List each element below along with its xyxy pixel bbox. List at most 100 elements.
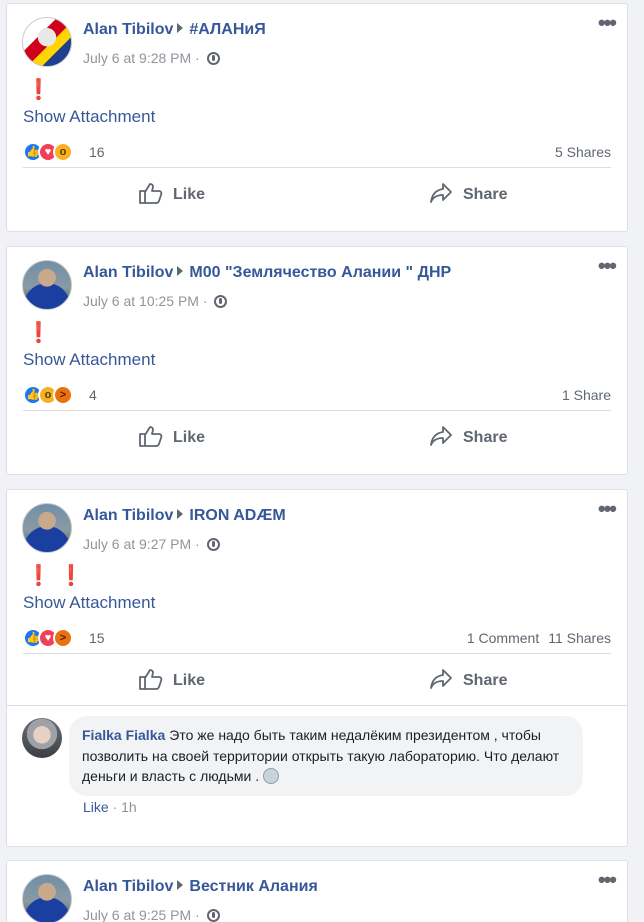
avatar[interactable] (22, 260, 72, 310)
like-label: Like (173, 672, 206, 689)
post-card: Alan Tibilov #АЛАНиЯ July 6 at 9:28 PM · … (6, 3, 628, 232)
engagement-stats: 1 Share (553, 387, 611, 403)
post-header: Alan Tibilov #АЛАНиЯ July 6 at 9:28 PM · … (7, 4, 627, 68)
share-button[interactable]: Share (429, 425, 507, 447)
author-name[interactable]: Alan Tibilov (83, 878, 173, 895)
avatar[interactable] (22, 503, 72, 553)
exclamation-emoji-row: ❗ (23, 320, 611, 346)
group-name[interactable]: M00 "Землячество Алании " ДНР (189, 264, 451, 281)
group-name[interactable]: #АЛАНиЯ (189, 21, 265, 38)
timestamp[interactable]: July 6 at 10:25 PM (83, 293, 199, 309)
reaction-count[interactable]: 4 (89, 387, 97, 403)
comment-bubble: Fialka Fialka Это же надо быть таким неда… (69, 716, 583, 796)
arrow-right-icon (177, 23, 184, 33)
globe-icon (206, 52, 220, 65)
author-name[interactable]: Alan Tibilov (83, 264, 173, 281)
share-label: Share (463, 429, 508, 446)
thumbs-up-icon (139, 426, 163, 447)
shares-count[interactable]: 1 Share (562, 387, 611, 403)
share-button[interactable]: Share (429, 668, 507, 690)
post-body: ❗ Show Attachment (7, 77, 627, 130)
reactions-row: 👍 ♥ o 16 5 Shares (23, 130, 611, 168)
angry-icon: > (53, 628, 73, 648)
comment-section: Fialka Fialka Это же надо быть таким неда… (7, 705, 627, 834)
arrow-right-icon (177, 880, 184, 890)
share-label: Share (463, 186, 508, 203)
show-attachment-link[interactable]: Show Attachment (23, 103, 611, 130)
reactions-row: 👍 ♥ > 15 1 Comment 11 Shares (23, 616, 611, 654)
thumbs-up-icon (139, 669, 163, 690)
engagement-stats: 1 Comment 11 Shares (458, 630, 611, 646)
more-options-icon[interactable]: ••• (598, 869, 617, 891)
globe-icon (214, 295, 228, 308)
comment-like-link[interactable]: Like (83, 799, 109, 815)
post-header: Alan Tibilov Вестник Алания July 6 at 9:2… (7, 861, 627, 922)
author-line: Alan Tibilov M00 "Землячество Алании " ДН… (83, 264, 451, 282)
comment-avatar[interactable] (22, 718, 62, 758)
avatar[interactable] (22, 874, 72, 922)
timestamp[interactable]: July 6 at 9:27 PM (83, 536, 191, 552)
timestamp[interactable]: July 6 at 9:25 PM (83, 907, 191, 922)
post-body: ❗ ❗ Show Attachment (7, 563, 627, 616)
timestamp[interactable]: July 6 at 9:28 PM (83, 50, 191, 66)
like-label: Like (173, 186, 206, 203)
angry-icon: > (53, 385, 73, 405)
show-attachment-link[interactable]: Show Attachment (23, 589, 611, 616)
share-arrow-icon (430, 426, 452, 446)
wow-icon: o (53, 142, 73, 162)
more-options-icon[interactable]: ••• (598, 498, 617, 520)
screaming-face-icon (263, 768, 280, 784)
post-meta: July 6 at 9:27 PM · (83, 536, 220, 552)
exclamation-icon: ❗ (26, 79, 51, 101)
post-card: Alan Tibilov Вестник Алания July 6 at 9:2… (6, 860, 628, 922)
exclamation-icon: ❗ (26, 322, 51, 344)
like-button[interactable]: Like (139, 668, 205, 690)
post-meta: July 6 at 9:28 PM · (83, 50, 220, 66)
reaction-icons[interactable]: 👍 o > (23, 385, 73, 405)
author-name[interactable]: Alan Tibilov (83, 21, 173, 38)
reaction-icons[interactable]: 👍 ♥ > (23, 628, 73, 648)
comment-author[interactable]: Fialka Fialka (82, 727, 165, 743)
action-row: Like Share (23, 654, 611, 705)
globe-icon (206, 538, 220, 551)
author-line: Alan Tibilov IRON ADÆM (83, 507, 286, 525)
post-body: ❗ Show Attachment (7, 320, 627, 373)
post-meta: July 6 at 9:25 PM · (83, 907, 220, 922)
share-button[interactable]: Share (429, 182, 507, 204)
group-name[interactable]: IRON ADÆM (189, 507, 285, 524)
reaction-count[interactable]: 15 (89, 630, 105, 646)
reaction-icons[interactable]: 👍 ♥ o (23, 142, 73, 162)
author-line: Alan Tibilov Вестник Алания (83, 878, 318, 896)
like-label: Like (173, 429, 206, 446)
exclamation-icon: ❗ (58, 565, 84, 587)
avatar[interactable] (22, 17, 72, 67)
like-button[interactable]: Like (139, 425, 205, 447)
post-meta: July 6 at 10:25 PM · (83, 293, 228, 309)
reaction-count[interactable]: 16 (89, 144, 105, 160)
author-name[interactable]: Alan Tibilov (83, 507, 173, 524)
globe-icon (206, 909, 220, 922)
author-line: Alan Tibilov #АЛАНиЯ (83, 21, 266, 39)
shares-count[interactable]: 5 Shares (555, 144, 611, 160)
exclamation-emoji-row: ❗ ❗ (23, 563, 611, 589)
share-arrow-icon (430, 183, 452, 203)
thumbs-up-icon (139, 183, 163, 204)
comment-meta: Like · 1h (83, 799, 137, 815)
exclamation-emoji-row: ❗ (23, 77, 611, 103)
group-name[interactable]: Вестник Алания (189, 878, 317, 895)
post-header: Alan Tibilov M00 "Землячество Алании " ДН… (7, 247, 627, 311)
comment-time[interactable]: 1h (121, 799, 137, 815)
comments-count[interactable]: 1 Comment (467, 630, 539, 646)
show-attachment-link[interactable]: Show Attachment (23, 346, 611, 373)
like-button[interactable]: Like (139, 182, 205, 204)
more-options-icon[interactable]: ••• (598, 255, 617, 277)
arrow-right-icon (177, 509, 184, 519)
post-header: Alan Tibilov IRON ADÆM July 6 at 9:27 PM … (7, 490, 627, 554)
share-label: Share (463, 672, 508, 689)
shares-count[interactable]: 11 Shares (548, 630, 611, 646)
post-card: Alan Tibilov IRON ADÆM July 6 at 9:27 PM … (6, 489, 628, 847)
reactions-row: 👍 o > 4 1 Share (23, 373, 611, 411)
post-card: Alan Tibilov M00 "Землячество Алании " ДН… (6, 246, 628, 475)
more-options-icon[interactable]: ••• (598, 12, 617, 34)
exclamation-icon: ❗ (26, 565, 51, 587)
